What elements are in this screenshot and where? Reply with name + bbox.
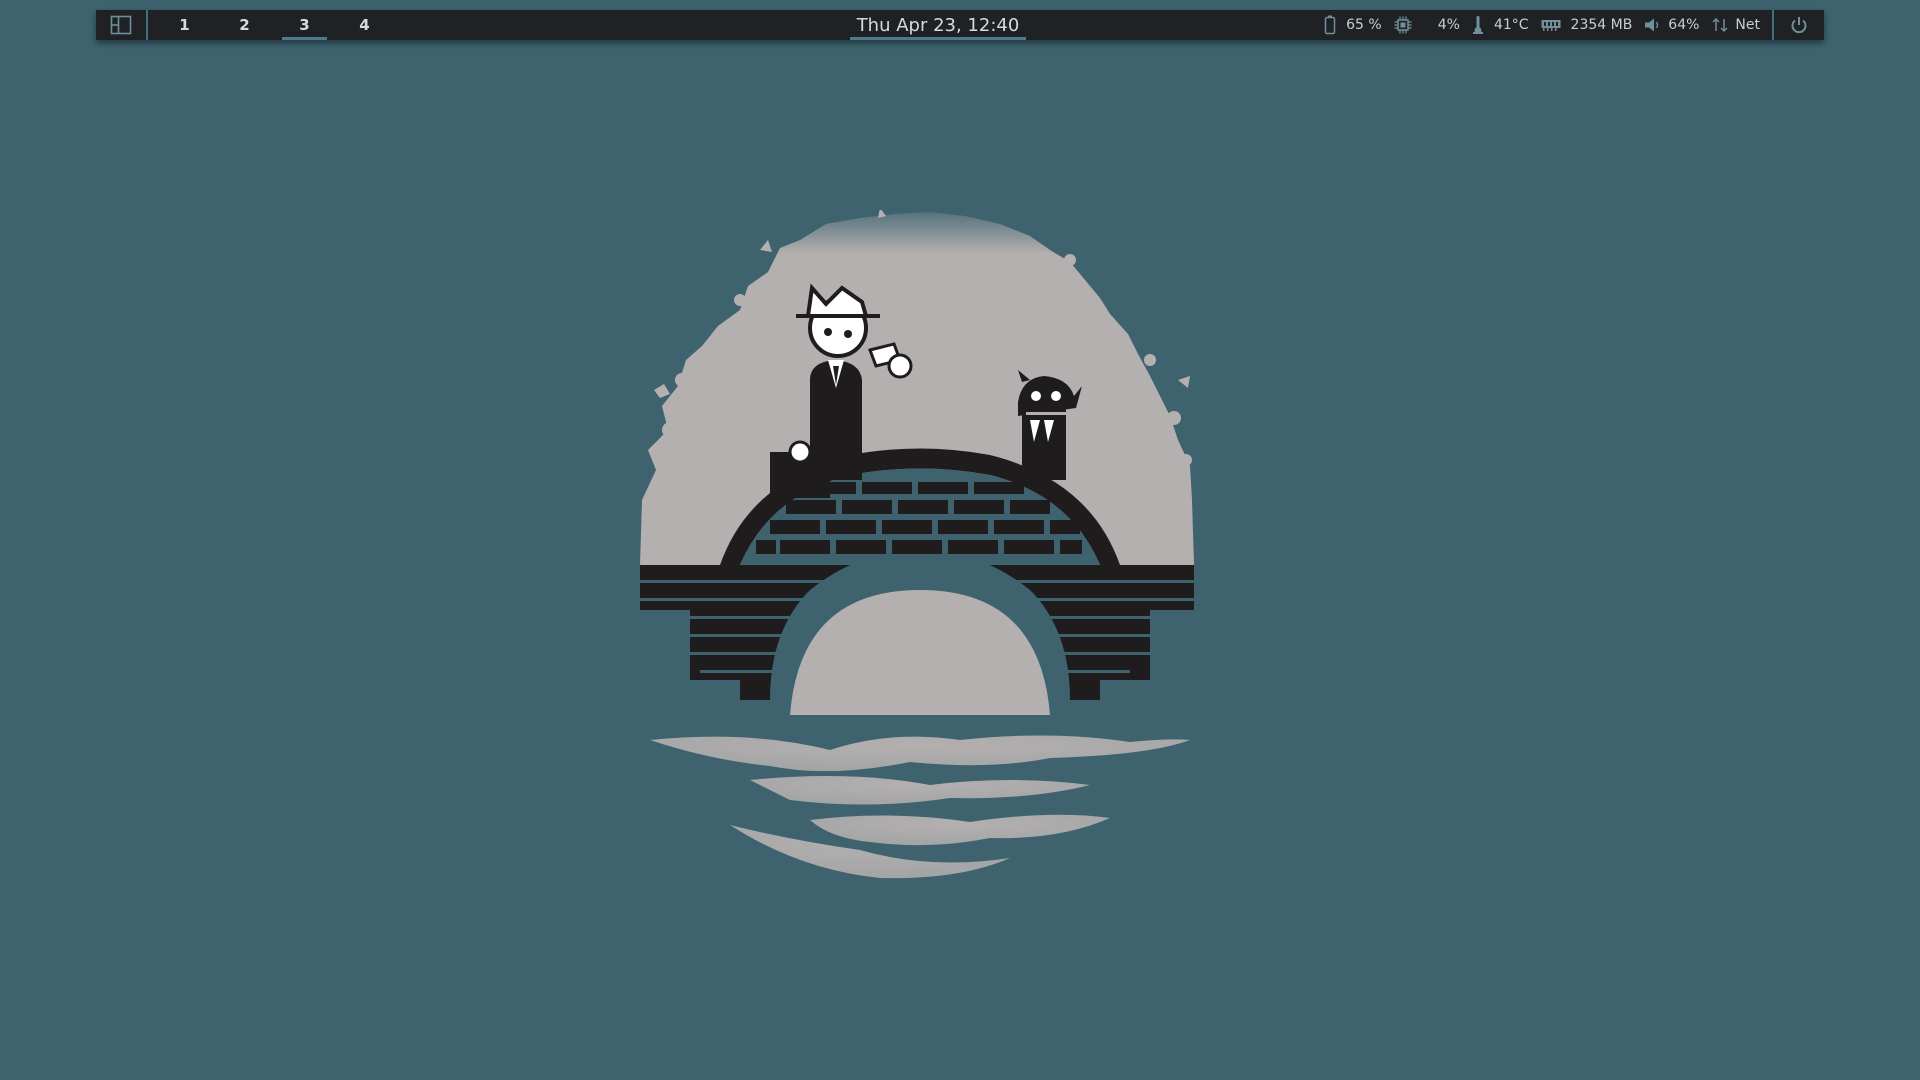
temperature-module[interactable]: 41°C: [1472, 10, 1529, 40]
clock[interactable]: Thu Apr 23, 12:40: [850, 10, 1026, 40]
memory-value: 2354 MB: [1570, 17, 1633, 33]
network-arrows-icon: [1711, 17, 1729, 33]
power-icon[interactable]: [1774, 10, 1824, 40]
layout-icon[interactable]: [96, 10, 146, 40]
volume-value: 64%: [1668, 17, 1700, 33]
battery-value: 65 %: [1346, 17, 1382, 33]
separator: [146, 10, 148, 40]
cpu-icon: [1394, 16, 1412, 34]
volume-module[interactable]: 64%: [1644, 10, 1699, 40]
cpu-value: 4%: [1437, 17, 1460, 33]
memory-module[interactable]: 2354 MB: [1541, 10, 1633, 40]
water: [650, 735, 1190, 879]
workspace-3[interactable]: 3: [282, 10, 327, 40]
desktop: 1 2 3 4 Thu Apr 23, 12:40 65 % 4% 41°C 2…: [0, 0, 1920, 1080]
volume-icon: [1644, 17, 1662, 33]
network-module[interactable]: Net: [1711, 10, 1760, 40]
workspace-4[interactable]: 4: [342, 10, 387, 40]
battery-icon: [1324, 15, 1336, 35]
spy-vs-android-bridge-wallpaper: [640, 210, 1194, 879]
network-value: Net: [1735, 17, 1760, 33]
cpu-module[interactable]: 4%: [1394, 10, 1460, 40]
workspace-2[interactable]: 2: [222, 10, 267, 40]
thermometer-icon: [1472, 15, 1484, 35]
temperature-value: 41°C: [1493, 17, 1529, 33]
workspace-1[interactable]: 1: [162, 10, 207, 40]
workspace-list: 1 2 3 4: [162, 10, 402, 40]
top-bar: 1 2 3 4 Thu Apr 23, 12:40 65 % 4% 41°C 2…: [96, 10, 1824, 40]
battery-module[interactable]: 65 %: [1324, 10, 1382, 40]
memory-icon: [1541, 18, 1561, 32]
